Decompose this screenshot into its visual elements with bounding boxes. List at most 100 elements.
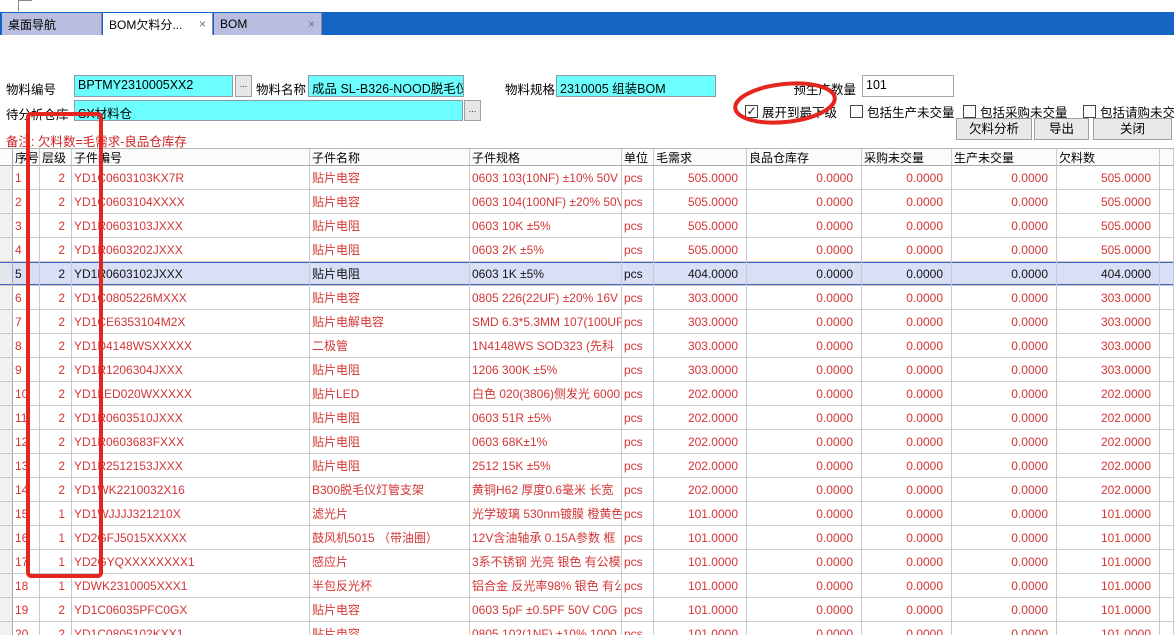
table-row[interactable]: 1 2 YD1C0603103KX7R 贴片电容 0603 103(10NF) …: [0, 166, 1174, 190]
row-indicator[interactable]: [0, 214, 13, 238]
cell-good-stock: 0.0000: [747, 214, 862, 238]
table-row[interactable]: 8 2 YD1D4148WSXXXXX 二极管 1N4148WS SOD323 …: [0, 334, 1174, 358]
table-row[interactable]: 4 2 YD1R0603202JXXX 贴片电阻 0603 2K ±5% pcs…: [0, 238, 1174, 262]
cell-purchase-open: 0.0000: [862, 238, 952, 262]
row-indicator[interactable]: [0, 262, 13, 286]
cell-level: 2: [40, 382, 72, 406]
cell-filler: [1160, 238, 1174, 262]
table-row[interactable]: 14 2 YD1WK2210032X16 B300脱毛仪灯管支架 黄铜H62 厚…: [0, 478, 1174, 502]
warehouse-browse-button[interactable]: ...: [464, 100, 481, 121]
table-row[interactable]: 17 1 YD2GYQXXXXXXXX1 感应片 3系不锈钢 光亮 银色 有公模…: [0, 550, 1174, 574]
cell-gross-demand: 303.0000: [654, 310, 747, 334]
cell-purchase-open: 0.0000: [862, 190, 952, 214]
row-indicator[interactable]: [0, 166, 13, 190]
table-row[interactable]: 9 2 YD1R1206304JXXX 贴片电阻 1206 300K ±5% p…: [0, 358, 1174, 382]
cell-part-spec: 0603 51R ±5%: [470, 406, 622, 430]
col-header-part-spec[interactable]: 子件规格: [470, 149, 622, 166]
col-header-good-stock[interactable]: 良品仓库存: [747, 149, 862, 166]
cell-good-stock: 0.0000: [747, 310, 862, 334]
table-row[interactable]: 3 2 YD1R0603103JXXX 贴片电阻 0603 10K ±5% pc…: [0, 214, 1174, 238]
pane-divider-h: [18, 0, 32, 1]
table-row[interactable]: 5 2 YD1R0603102JXXX 贴片电阻 0603 1K ±5% pcs…: [0, 262, 1174, 286]
table-row[interactable]: 19 2 YD1C06035PFC0GX 贴片电容 0603 5pF ±0.5P…: [0, 598, 1174, 622]
export-button[interactable]: 导出: [1034, 118, 1089, 140]
col-header-production-open[interactable]: 生产未交量: [952, 149, 1057, 166]
tab-bom-shortage[interactable]: BOM欠料分... ×: [103, 13, 213, 35]
table-row[interactable]: 6 2 YD1C0805226MXXX 贴片电容 0805 226(22UF) …: [0, 286, 1174, 310]
preproduction-qty-label: 预生产数量: [790, 79, 856, 98]
cell-part-code: YDWK2310005XXX1: [72, 574, 310, 598]
row-indicator[interactable]: [0, 478, 13, 502]
shortage-analysis-button[interactable]: 欠料分析: [956, 118, 1032, 140]
row-indicator[interactable]: [0, 526, 13, 550]
row-indicator[interactable]: [0, 358, 13, 382]
warehouse-field[interactable]: SX材料仓: [74, 100, 463, 121]
col-header-part-name[interactable]: 子件名称: [310, 149, 470, 166]
table-row[interactable]: 11 2 YD1R0603510JXXX 贴片电阻 0603 51R ±5% p…: [0, 406, 1174, 430]
table-row[interactable]: 13 2 YD1R2512153JXXX 贴片电阻 2512 15K ±5% p…: [0, 454, 1174, 478]
material-name-field[interactable]: 成品 SL-B326-NOOD脱毛仪: [308, 75, 464, 97]
row-indicator[interactable]: [0, 334, 13, 358]
cell-unit: pcs: [622, 334, 654, 358]
row-indicator[interactable]: [0, 310, 13, 334]
close-button[interactable]: 关闭: [1093, 118, 1172, 140]
cell-seq: 8: [13, 334, 40, 358]
cell-filler: [1160, 166, 1174, 190]
table-row[interactable]: 20 2 YD1C0805102KXX1 贴片电容 0805 102(1NF) …: [0, 622, 1174, 635]
tab-desktop-nav[interactable]: 桌面导航: [2, 13, 102, 35]
col-header-gross-demand[interactable]: 毛需求: [654, 149, 747, 166]
cell-part-spec: 0603 68K±1%: [470, 430, 622, 454]
cell-level: 2: [40, 238, 72, 262]
cell-part-name: 贴片电容: [310, 190, 470, 214]
table-row[interactable]: 10 2 YD1LED020WXXXXX 贴片LED 白色 020(3806)侧…: [0, 382, 1174, 406]
cell-good-stock: 0.0000: [747, 190, 862, 214]
cell-level: 2: [40, 334, 72, 358]
row-indicator[interactable]: [0, 406, 13, 430]
material-no-browse-button[interactable]: ...: [235, 75, 252, 97]
preproduction-qty-field[interactable]: 101: [862, 75, 954, 97]
cell-part-name: 贴片电容: [310, 166, 470, 190]
row-indicator[interactable]: [0, 574, 13, 598]
row-indicator[interactable]: [0, 382, 13, 406]
cell-good-stock: 0.0000: [747, 286, 862, 310]
row-indicator[interactable]: [0, 502, 13, 526]
tab-bom[interactable]: BOM ×: [214, 13, 322, 35]
col-header-seq[interactable]: 序号: [13, 149, 40, 166]
checkbox-include-production[interactable]: 包括生产未交量: [850, 102, 955, 121]
table-row[interactable]: 16 1 YD2GFJ5015XXXXX 鼓风机5015 （带油圈） 12V含油…: [0, 526, 1174, 550]
material-spec-field[interactable]: 2310005 组装BOM: [556, 75, 716, 97]
table-row[interactable]: 12 2 YD1R0603683FXXX 贴片电阻 0603 68K±1% pc…: [0, 430, 1174, 454]
cell-part-name: 贴片电容: [310, 598, 470, 622]
checkbox-expand-lowest[interactable]: ✓ 展开到最下级: [745, 102, 837, 121]
row-indicator[interactable]: [0, 190, 13, 214]
table-row[interactable]: 15 1 YD1WJJJJ321210X 滤光片 光学玻璃 530nm镀膜 橙黄…: [0, 502, 1174, 526]
cell-part-name: 贴片LED: [310, 382, 470, 406]
cell-filler: [1160, 334, 1174, 358]
row-indicator[interactable]: [0, 550, 13, 574]
row-indicator[interactable]: [0, 598, 13, 622]
row-indicator[interactable]: [0, 430, 13, 454]
col-header-unit[interactable]: 单位: [622, 149, 654, 166]
col-header-purchase-open[interactable]: 采购未交量: [862, 149, 952, 166]
cell-level: 2: [40, 622, 72, 635]
cell-purchase-open: 0.0000: [862, 166, 952, 190]
close-icon[interactable]: ×: [308, 17, 315, 31]
table-row[interactable]: 2 2 YD1C0603104XXXX 贴片电容 0603 104(100NF)…: [0, 190, 1174, 214]
col-header-part-code[interactable]: 子件编号: [72, 149, 310, 166]
cell-part-spec: 1N4148WS SOD323 (先科: [470, 334, 622, 358]
close-icon[interactable]: ×: [199, 17, 206, 31]
row-indicator[interactable]: [0, 454, 13, 478]
cell-purchase-open: 0.0000: [862, 478, 952, 502]
row-indicator[interactable]: [0, 238, 13, 262]
col-header-shortage[interactable]: 欠料数: [1057, 149, 1160, 166]
cell-part-name: 贴片电容: [310, 286, 470, 310]
col-header-level[interactable]: 层级: [40, 149, 72, 166]
cell-gross-demand: 101.0000: [654, 502, 747, 526]
table-row[interactable]: 18 1 YDWK2310005XXX1 半包反光杯 铝合金 反光率98% 银色…: [0, 574, 1174, 598]
warehouse-label: 待分析仓库: [6, 104, 69, 123]
row-indicator[interactable]: [0, 622, 13, 635]
table-row[interactable]: 7 2 YD1CE6353104M2X 贴片电解电容 SMD 6.3*5.3MM…: [0, 310, 1174, 334]
row-indicator[interactable]: [0, 286, 13, 310]
cell-part-code: YD2GFJ5015XXXXX: [72, 526, 310, 550]
material-no-field[interactable]: BPTMY2310005XX2: [74, 75, 233, 97]
